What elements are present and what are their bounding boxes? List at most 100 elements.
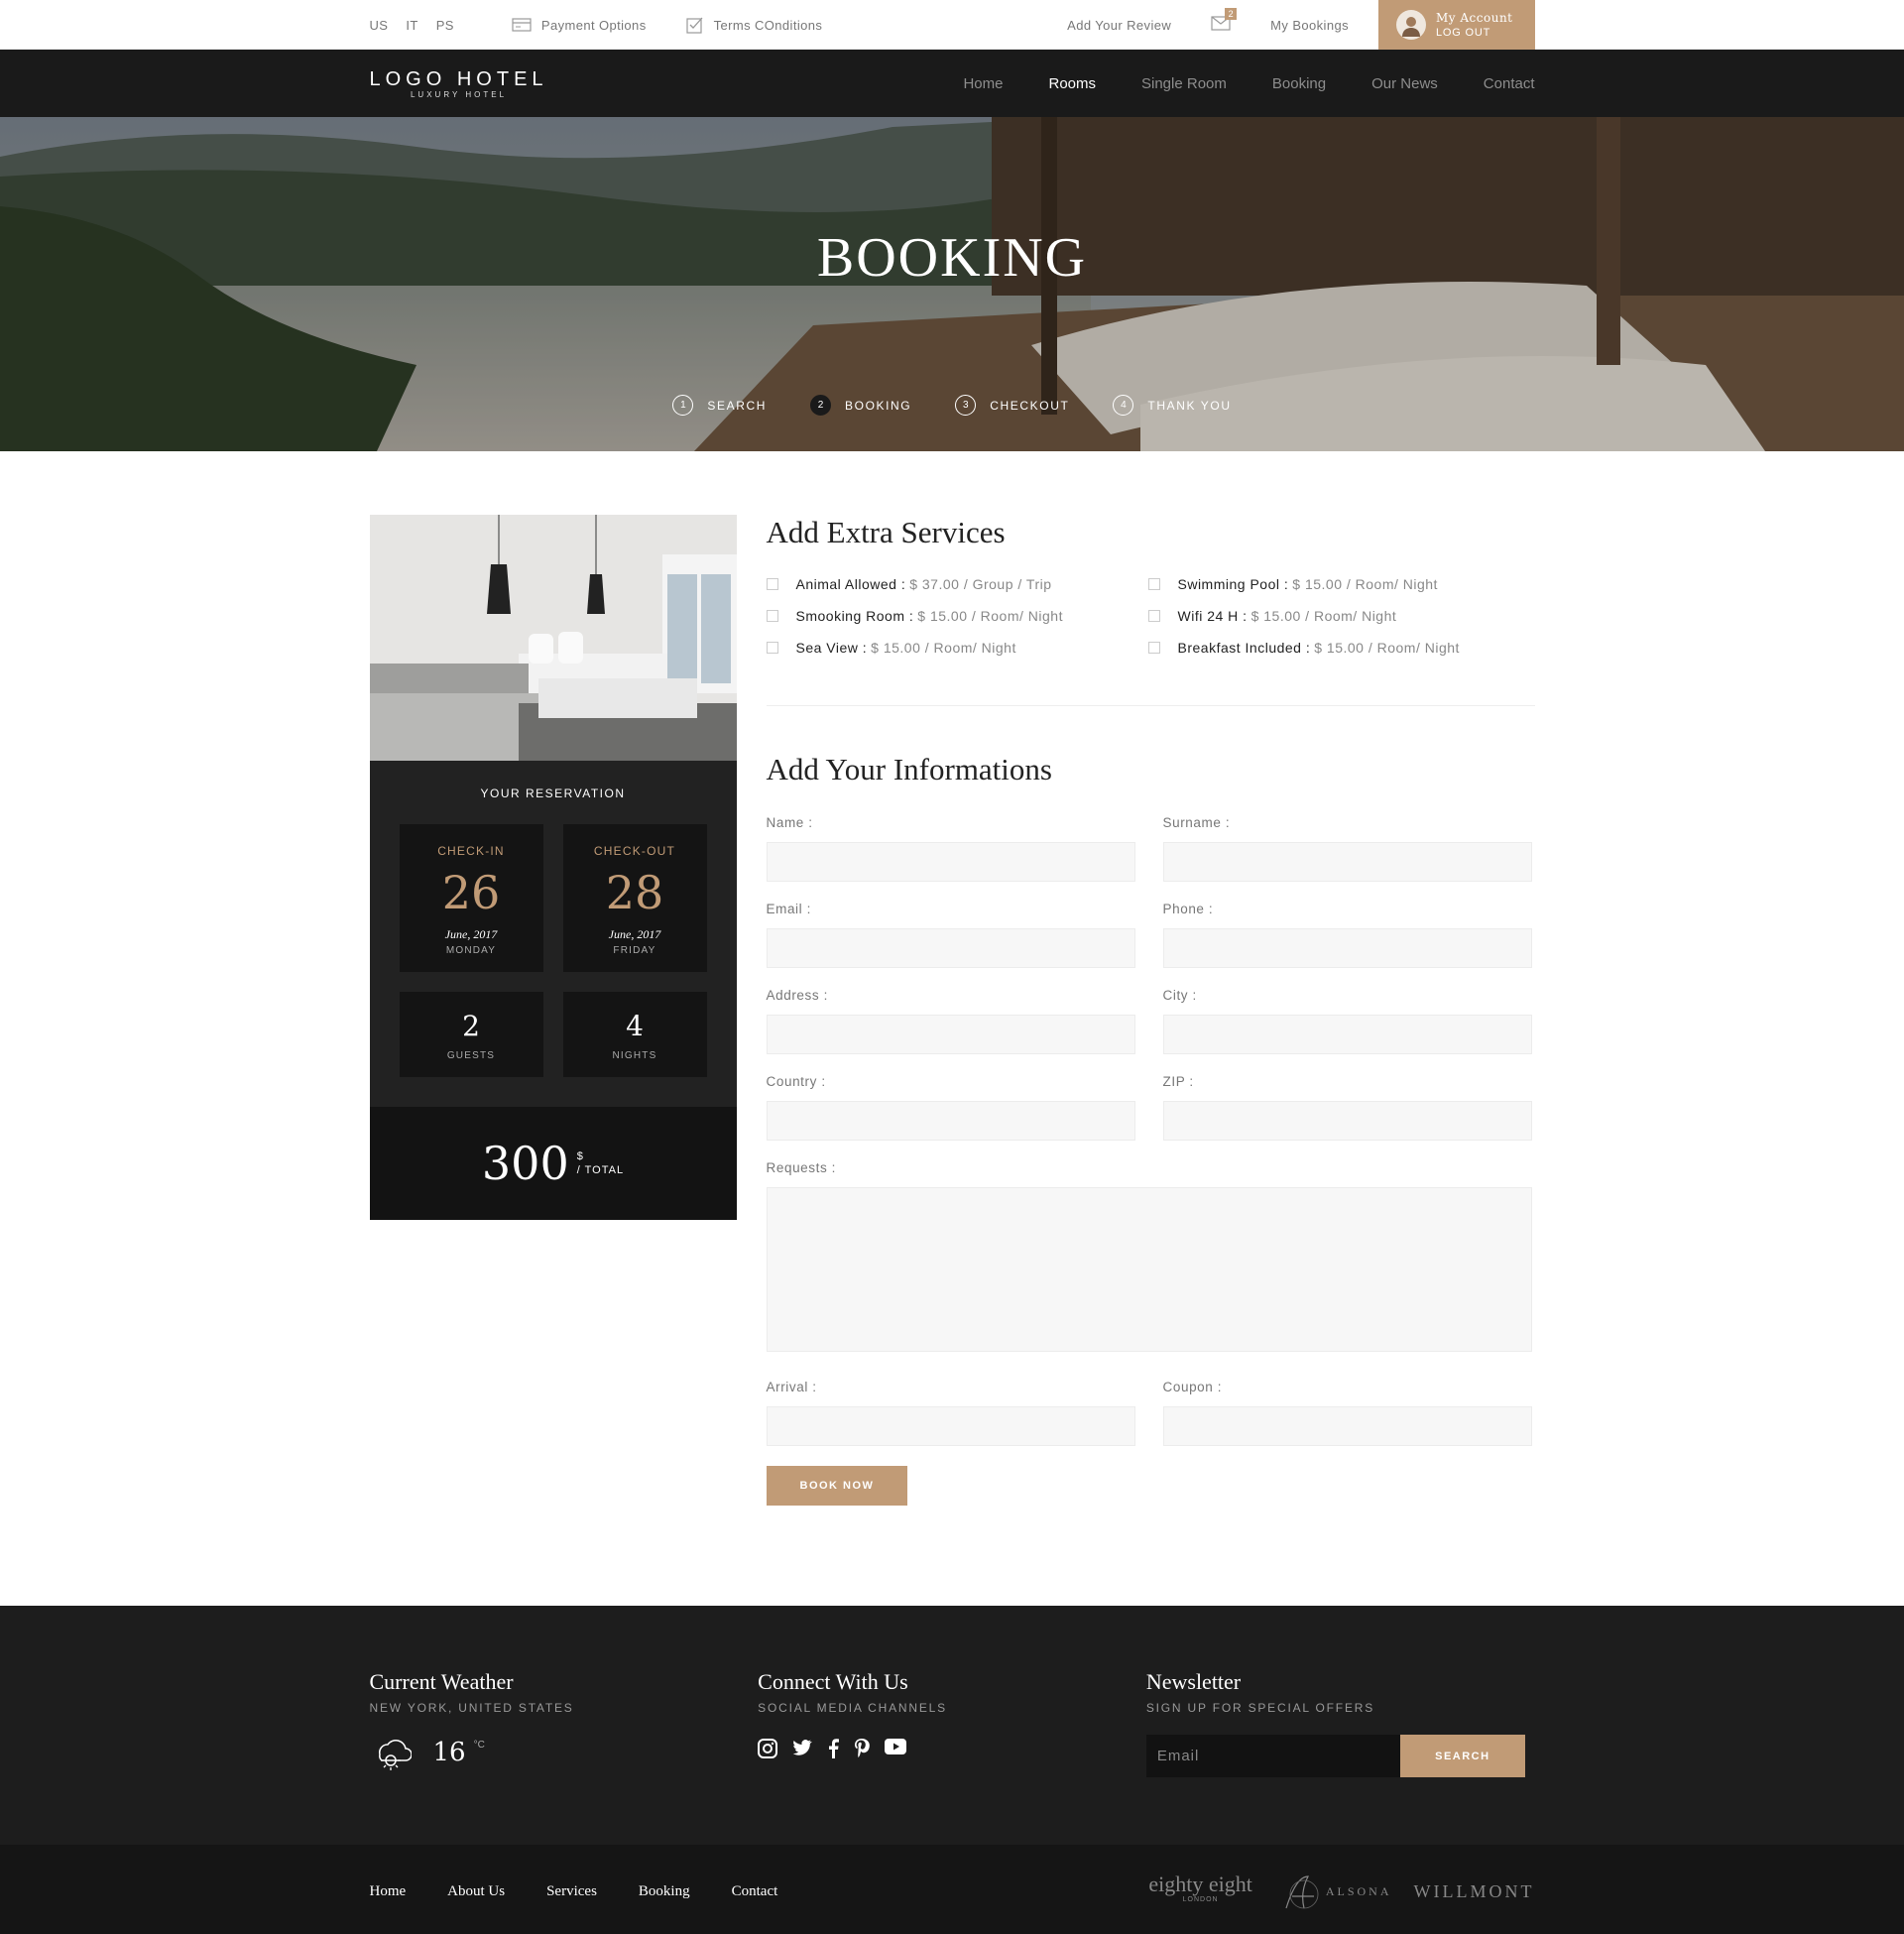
nav-item-contact[interactable]: Contact <box>1484 75 1535 92</box>
extra-wifi[interactable]: Wifi 24 H : $ 15.00 / Room/ Night <box>1147 608 1530 624</box>
terms-link[interactable]: Terms COnditions <box>685 16 823 34</box>
email-input[interactable] <box>766 928 1135 968</box>
extra-price: $ 15.00 / Room/ Night <box>1250 608 1397 624</box>
coupon-input[interactable] <box>1162 1406 1532 1446</box>
my-account-label[interactable]: My Account <box>1436 11 1513 25</box>
booking-form: Name : Surname : Email : Phone : Address… <box>766 815 1535 1466</box>
checkbox[interactable] <box>766 642 778 654</box>
phone-label: Phone : <box>1162 902 1214 916</box>
connect-title: Connect With Us <box>758 1669 908 1694</box>
arrival-input[interactable] <box>766 1406 1135 1446</box>
checklist-icon <box>685 17 703 34</box>
social-widget: Connect With Us SOCIAL MEDIA CHANNELS <box>758 1669 1146 1777</box>
extra-name: Wifi 24 H : <box>1177 608 1248 624</box>
country-input[interactable] <box>766 1101 1135 1141</box>
nights-label: NIGHTS <box>612 1050 657 1061</box>
footer-link-home[interactable]: Home <box>370 1883 407 1900</box>
newsletter-search-button[interactable]: SEARCH <box>1399 1735 1525 1777</box>
checkbox[interactable] <box>1147 610 1160 622</box>
checkout-day: 28 <box>605 866 664 919</box>
coupon-label: Coupon : <box>1162 1380 1223 1394</box>
partner-logos: eighty eight LONDON ALSONA WILLMONT <box>1148 1873 1534 1912</box>
total-price: 300 $ / TOTAL <box>369 1107 737 1220</box>
nav-item-single-room[interactable]: Single Room <box>1141 75 1227 92</box>
address-input[interactable] <box>766 1015 1135 1054</box>
room-photo <box>369 515 737 761</box>
checkin-date: June, 2017 <box>444 927 498 941</box>
logout-link[interactable]: LOG OUT <box>1436 27 1513 39</box>
footer-link-contact[interactable]: Contact <box>732 1883 778 1900</box>
extra-sea-view[interactable]: Sea View : $ 15.00 / Room/ Night <box>766 640 1148 656</box>
step-booking[interactable]: 2 BOOKING <box>810 395 911 416</box>
booking-steps: 1 SEARCH 2 BOOKING 3 CHECKOUT 4 THANK YO… <box>0 395 1904 416</box>
footer-link-booking[interactable]: Booking <box>639 1883 690 1900</box>
lang-us[interactable]: US <box>370 18 389 33</box>
guests-label: GUESTS <box>446 1050 496 1061</box>
footer-link-services[interactable]: Services <box>546 1883 597 1900</box>
hotel-logo[interactable]: LOGO HOTEL LUXURY HOTEL <box>370 68 548 99</box>
footer-link-about-us[interactable]: About Us <box>447 1883 505 1900</box>
avatar <box>1396 10 1426 40</box>
extra-price: $ 15.00 / Room/ Night <box>1292 576 1438 592</box>
step-search[interactable]: 1 SEARCH <box>672 395 767 416</box>
extra-name: Animal Allowed : <box>795 576 906 592</box>
footer: Current Weather NEW YORK, UNITED STATES … <box>0 1606 1904 1845</box>
reservation-sidebar: YOUR RESERVATION CHECK-IN 26 June, 2017 … <box>369 515 737 1220</box>
nights-count: 4 <box>626 1010 644 1042</box>
guests-count: 2 <box>462 1010 480 1042</box>
checkout-weekday: FRIDAY <box>613 945 656 956</box>
checkbox[interactable] <box>1147 642 1160 654</box>
hero-banner: BOOKING 1 SEARCH 2 BOOKING 3 CHECKOUT 4 … <box>0 117 1904 451</box>
logo-subtitle: LUXURY HOTEL <box>410 89 508 99</box>
city-input[interactable] <box>1162 1015 1532 1054</box>
newsletter-email-input[interactable]: Email <box>1145 1735 1400 1777</box>
name-label: Name : <box>766 815 813 830</box>
payment-options-link[interactable]: Payment Options <box>512 17 647 33</box>
temperature-unit: °C <box>473 1739 485 1751</box>
reservation-details: YOUR RESERVATION CHECK-IN 26 June, 2017 … <box>369 761 737 1107</box>
book-now-button[interactable]: BOOK NOW <box>766 1466 908 1506</box>
surname-input[interactable] <box>1162 842 1532 882</box>
nav-item-our-news[interactable]: Our News <box>1371 75 1438 92</box>
extra-animal-allowed[interactable]: Animal Allowed : $ 37.00 / Group / Trip <box>766 576 1148 592</box>
extra-swimming-pool[interactable]: Swimming Pool : $ 15.00 / Room/ Night <box>1147 576 1530 592</box>
extra-smoking-room[interactable]: Smooking Room : $ 15.00 / Room/ Night <box>766 608 1148 624</box>
alsona-mark-icon <box>1285 1874 1319 1908</box>
requests-textarea[interactable] <box>766 1187 1532 1352</box>
zip-input[interactable] <box>1162 1101 1532 1141</box>
name-input[interactable] <box>766 842 1135 882</box>
phone-input[interactable] <box>1162 928 1532 968</box>
checkin-label: CHECK-IN <box>437 844 505 858</box>
newsletter-subtitle: SIGN UP FOR SPECIAL OFFERS <box>1145 1701 1375 1715</box>
weather-location: NEW YORK, UNITED STATES <box>369 1701 574 1715</box>
step-thank-you[interactable]: 4 THANK YOU <box>1113 395 1231 416</box>
pinterest-icon[interactable] <box>854 1739 870 1758</box>
checkout-label: CHECK-OUT <box>593 844 676 858</box>
top-bar: US IT PS Payment Options Terms COndition… <box>0 0 1904 50</box>
nav-item-booking[interactable]: Booking <box>1272 75 1326 92</box>
instagram-icon[interactable] <box>758 1739 778 1758</box>
extra-breakfast[interactable]: Breakfast Included : $ 15.00 / Room/ Nigh… <box>1147 640 1530 656</box>
lang-ps[interactable]: PS <box>436 18 454 33</box>
mail-count-badge: 2 <box>1225 8 1238 20</box>
checkbox[interactable] <box>766 610 778 622</box>
twitter-icon[interactable] <box>792 1739 812 1758</box>
checkbox[interactable] <box>766 578 778 590</box>
step-label: CHECKOUT <box>990 398 1070 413</box>
youtube-icon[interactable] <box>885 1739 907 1758</box>
guests-box: 2 GUESTS <box>399 992 543 1077</box>
nav-item-rooms[interactable]: Rooms <box>1048 75 1096 92</box>
checkbox[interactable] <box>1147 578 1160 590</box>
nav-menu: Home Rooms Single Room Booking Our News … <box>917 75 1534 92</box>
reservation-heading: YOUR RESERVATION <box>480 786 626 800</box>
mail-button[interactable]: 2 <box>1211 8 1238 34</box>
step-checkout[interactable]: 3 CHECKOUT <box>955 395 1069 416</box>
account-menu[interactable]: My Account LOG OUT <box>1378 0 1535 50</box>
nav-item-home[interactable]: Home <box>963 75 1003 92</box>
step-number: 1 <box>672 395 694 416</box>
facebook-icon[interactable] <box>827 1739 840 1758</box>
partner-logo-willmont: WILLMONT <box>1413 1881 1535 1901</box>
my-bookings-link[interactable]: My Bookings <box>1270 18 1349 33</box>
lang-it[interactable]: IT <box>406 18 417 33</box>
add-review-link[interactable]: Add Your Review <box>1067 18 1171 33</box>
